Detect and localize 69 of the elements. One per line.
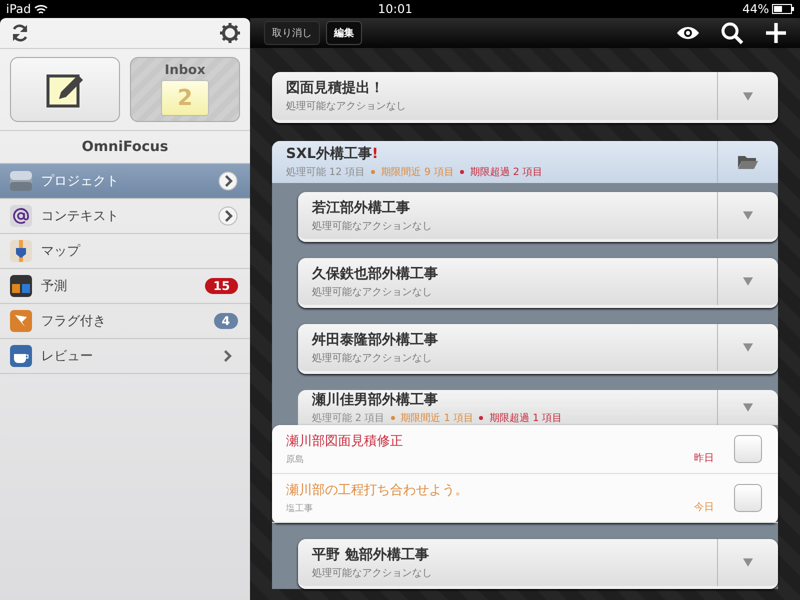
toolbar-button[interactable]: 取り消し	[264, 21, 320, 45]
sidebar-item[interactable]: フラグ付き 4	[0, 304, 250, 339]
project-status: 処理可能なアクションなし	[286, 100, 407, 113]
project-card[interactable]: 瀬川佳男部外構工事 処理可能 2 項目 期限間近 1 項目 期限超過 1 項目	[298, 390, 778, 425]
project-status: 処理可能なアクションなし	[312, 220, 433, 232]
project-title: 図面見積提出！	[286, 79, 385, 97]
triangle-icon	[743, 558, 753, 567]
task-title: 瀬川部図面見積修正	[286, 433, 404, 450]
folder-icon[interactable]	[738, 155, 758, 169]
due-date: 昨日	[694, 452, 714, 465]
project-status: 処理可能なアクションなし	[312, 286, 433, 298]
carrier-label: iPad	[6, 2, 32, 16]
clock: 10:01	[376, 2, 414, 16]
triangle-icon	[743, 277, 753, 286]
count-text: 期限超過 2 項目	[470, 166, 543, 179]
project-card[interactable]: 若江部外構工事 処理可能なアクションなし	[298, 192, 778, 242]
project-card[interactable]: 舛田泰隆部外構工事 処理可能なアクションなし	[298, 324, 778, 374]
project-card[interactable]: 平野 勉部外構工事 処理可能なアクションなし	[298, 539, 778, 589]
triangle-icon	[743, 343, 753, 352]
inbox-count: 2	[161, 80, 209, 116]
count-text: 期限間近 9 項目	[381, 166, 454, 179]
inbox-button[interactable]: Inbox 2	[130, 57, 240, 122]
project-title: 若江部外構工事	[312, 198, 411, 216]
new-action-button[interactable]	[10, 57, 120, 122]
sidebar-item[interactable]: レビュー	[0, 339, 250, 374]
project-title: 舛田泰隆部外構工事	[312, 330, 439, 348]
count-text: 期限間近 1 項目	[400, 412, 474, 424]
project-status: 処理可能なアクションなし	[312, 352, 433, 364]
folder-title: SXL外構工事!	[286, 145, 380, 163]
battery-icon	[772, 4, 794, 14]
count-text: 処理可能 12 項目	[286, 166, 366, 179]
task-title: 瀬川部の工程打ち合わせよう。	[286, 482, 469, 499]
project-title: 久保鉄也部外構工事	[312, 264, 439, 282]
wifi-icon	[34, 4, 48, 14]
chevron-circle-icon[interactable]	[218, 171, 238, 191]
add-icon[interactable]	[764, 21, 788, 45]
project-card[interactable]: 久保鉄也部外構工事 処理可能なアクションなし	[298, 258, 778, 308]
chevron-circle-icon[interactable]	[218, 206, 238, 226]
settings-icon[interactable]	[220, 23, 240, 43]
project-title: 瀬川佳男部外構工事	[312, 390, 439, 408]
sync-icon[interactable]	[10, 23, 30, 43]
task-context: 原島	[286, 454, 305, 466]
search-icon[interactable]	[720, 21, 744, 45]
count-badge: 15	[205, 278, 238, 294]
sidebar-item[interactable]: マップ	[0, 234, 250, 269]
project-card[interactable]: 図面見積提出！ 処理可能なアクションなし	[272, 72, 778, 123]
flag-icon	[9, 309, 33, 333]
triangle-icon	[743, 403, 753, 412]
toolbar-button[interactable]: 編集	[326, 21, 362, 45]
triangle-icon	[743, 92, 753, 100]
project-title: 平野 勉部外構工事	[312, 546, 430, 564]
task-checkbox[interactable]	[734, 435, 762, 463]
triangle-icon	[743, 211, 753, 220]
sidebar-item[interactable]: コンテキスト	[0, 199, 250, 234]
at-sign-icon	[9, 204, 33, 228]
map-icon	[9, 239, 33, 263]
project-status: 処理可能なアクションなし	[312, 566, 433, 580]
battery-percent: 44%	[742, 2, 769, 16]
task-row[interactable]: 瀬川部図面見積修正 原島 昨日	[272, 425, 778, 474]
calendar-icon	[9, 274, 33, 298]
count-text: 処理可能 2 項目	[312, 412, 385, 424]
cup-icon	[9, 344, 33, 368]
task-checkbox[interactable]	[734, 484, 762, 512]
drawer-icon	[9, 169, 33, 193]
due-date: 今日	[694, 501, 714, 514]
count-text: 期限超過 1 項目	[489, 412, 562, 424]
count-badge: 4	[214, 313, 238, 329]
sidebar-item[interactable]: 予測 15	[0, 269, 250, 304]
task-context: 塩工事	[286, 502, 314, 515]
